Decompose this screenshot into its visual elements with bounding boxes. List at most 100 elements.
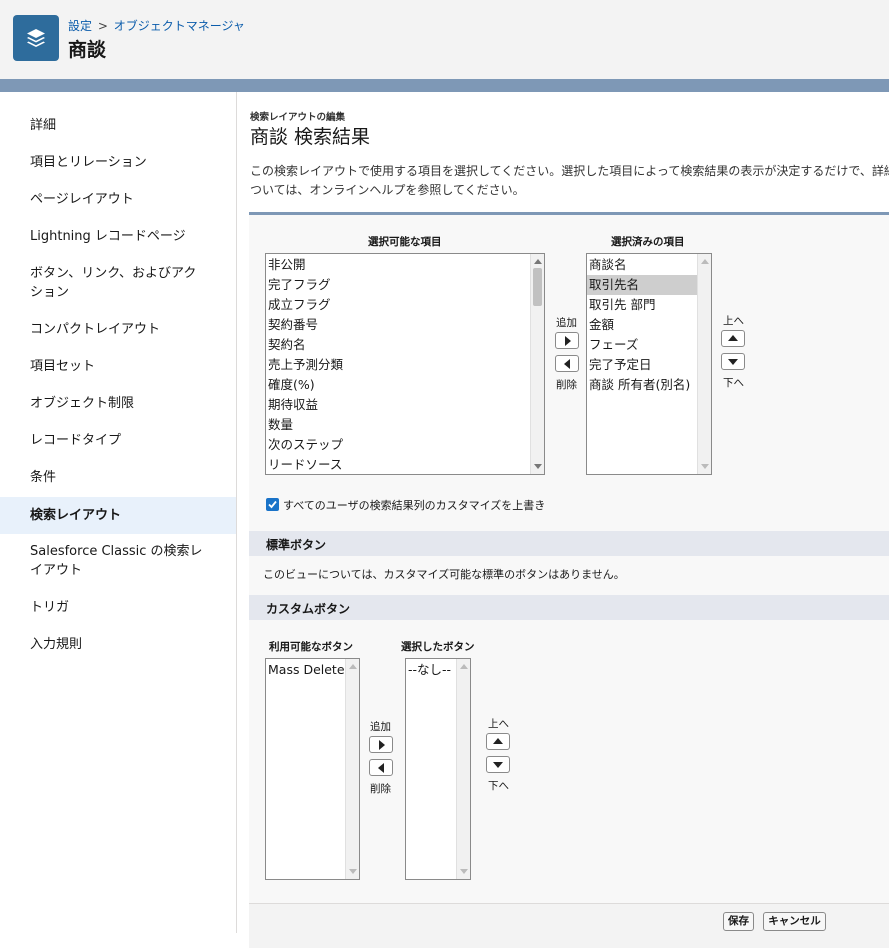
button-move-down[interactable] [486,756,510,773]
sidebar-item-page-layouts[interactable]: ページレイアウト [0,190,236,209]
breadcrumb: 設定 > オブジェクトマネージャ [68,17,245,34]
sidebar-item-validation-rules[interactable]: 入力規則 [0,635,236,654]
selected-buttons-label: 選択したボタン [401,641,475,653]
object-title: 商談 [68,39,107,61]
arrow-up-icon [493,738,503,744]
list-item[interactable]: 数量 [266,415,544,435]
checkmark-icon [268,500,277,509]
scroll-down-arrow-icon[interactable] [460,869,468,874]
remove-field-label: 削除 [556,379,577,391]
scroll-up-arrow-icon[interactable] [349,664,357,669]
selected-buttons-list[interactable]: --なし-- [405,658,471,880]
save-button[interactable]: 保存 [723,912,754,931]
arrow-right-icon [565,336,571,346]
add-custom-button[interactable] [369,736,393,753]
scroll-down-arrow-icon[interactable] [534,464,542,469]
list-item[interactable]: 契約番号 [266,315,544,335]
move-down-button[interactable] [721,353,745,370]
list-item[interactable]: 売上予測分類 [266,355,544,375]
sidebar-item-record-types[interactable]: レコードタイプ [0,431,236,450]
breadcrumb-object-manager-link[interactable]: オブジェクトマネージャ [114,19,245,33]
arrow-down-icon [728,359,738,365]
selected-fields-label: 選択済みの項目 [611,236,685,248]
main-content: 検索レイアウトの編集 商談 検索結果 この検索レイアウトで使用する項目を選択して… [237,92,889,948]
custom-buttons-header: カスタムボタン [249,595,889,620]
list-item[interactable]: 取引先 部門 [587,295,711,315]
list-item[interactable]: 商談 所有者(別名) [587,375,711,395]
sidebar-item-search-layouts[interactable]: 検索レイアウト [0,497,236,534]
edit-panel: 選択可能な項目 選択済みの項目 非公開 完了フラグ 成立フラグ 契約番号 契約名… [249,212,889,948]
list-item[interactable]: 完了フラグ [266,275,544,295]
sidebar-item-buttons-links-actions[interactable]: ボタン、リンク、およびアクション [0,264,236,302]
available-fields-list[interactable]: 非公開 完了フラグ 成立フラグ 契約番号 契約名 売上予測分類 確度(%) 期待… [265,253,545,475]
page-title: 商談 検索結果 [250,126,371,148]
sidebar-item-details[interactable]: 詳細 [0,116,236,135]
header-band [0,79,889,92]
button-move-up-label: 上へ [488,718,509,730]
list-item[interactable]: 金額 [587,315,711,335]
sidebar-item-fields-relationships[interactable]: 項目とリレーション [0,153,236,172]
list-item[interactable]: 完了予定日 [587,355,711,375]
override-checkbox-label[interactable]: すべてのユーザの検索結果列のカスタマイズを上書き [283,497,545,513]
move-down-label: 下へ [723,377,744,389]
standard-buttons-header: 標準ボタン [249,531,889,556]
sidebar-item-classic-search-layouts[interactable]: Salesforce Classic の検索レイアウト [0,542,236,580]
move-up-label: 上へ [723,315,744,327]
section-title: 標準ボタン [266,538,327,552]
available-buttons-label: 利用可能なボタン [269,641,353,653]
scroll-thumb[interactable] [533,268,542,306]
arrow-right-icon [379,740,385,750]
list-item[interactable]: 確度(%) [266,375,544,395]
standard-buttons-message: このビューについては、カスタマイズ可能な標準のボタンはありません。 [263,568,625,581]
available-fields-label: 選択可能な項目 [368,236,442,248]
sidebar-item-triggers[interactable]: トリガ [0,598,236,617]
scroll-up-arrow-icon[interactable] [534,259,542,264]
available-buttons-list[interactable]: Mass Delete [265,658,360,880]
arrow-left-icon [564,359,570,369]
remove-custom-button[interactable] [369,759,393,776]
list-item[interactable]: 非公開 [266,255,544,275]
page-subtitle: 検索レイアウトの編集 [250,112,346,123]
cancel-button[interactable]: キャンセル [763,912,826,931]
sidebar-item-object-limits[interactable]: オブジェクト制限 [0,394,236,413]
selected-buttons-scrollbar[interactable] [456,659,470,879]
move-up-button[interactable] [721,330,745,347]
button-move-up[interactable] [486,733,510,750]
scroll-up-arrow-icon[interactable] [701,259,709,264]
scroll-down-arrow-icon[interactable] [701,464,709,469]
breadcrumb-separator: > [97,19,108,33]
layers-icon [13,15,59,61]
available-fields-scrollbar[interactable] [530,254,544,474]
arrow-left-icon [378,763,384,773]
breadcrumb-setup-link[interactable]: 設定 [68,19,92,33]
override-checkbox[interactable] [266,498,279,511]
sidebar-nav: 詳細 項目とリレーション ページレイアウト Lightning レコードページ … [0,92,237,933]
page-description: この検索レイアウトで使用する項目を選択してください。選択した項目によって検索結果… [250,164,889,197]
arrow-up-icon [728,335,738,341]
page-header: 設定 > オブジェクトマネージャ 商談 [0,0,889,79]
sidebar-item-criteria[interactable]: 条件 [0,468,236,487]
list-item[interactable]: 商談名 [587,255,711,275]
selected-fields-list[interactable]: 商談名 取引先名 取引先 部門 金額 フェーズ 完了予定日 商談 所有者(別名) [586,253,712,475]
add-field-button[interactable] [555,332,579,349]
arrow-down-icon [493,762,503,768]
list-item-selected[interactable]: 取引先名 [587,275,711,295]
remove-field-button[interactable] [555,355,579,372]
list-item[interactable]: フェーズ [587,335,711,355]
selected-fields-scrollbar[interactable] [697,254,711,474]
list-item[interactable]: リードソース [266,455,544,474]
sidebar-item-lightning-record-pages[interactable]: Lightning レコードページ [0,227,236,246]
list-item[interactable]: 次のステップ [266,435,544,455]
list-item[interactable]: 期待収益 [266,395,544,415]
section-title: カスタムボタン [266,602,351,616]
list-item[interactable]: 契約名 [266,335,544,355]
button-move-down-label: 下へ [488,780,509,792]
available-buttons-scrollbar[interactable] [345,659,359,879]
footer-bar: 保存 キャンセル [249,903,889,948]
scroll-up-arrow-icon[interactable] [460,664,468,669]
list-item[interactable]: 成立フラグ [266,295,544,315]
add-field-label: 追加 [556,317,577,329]
scroll-down-arrow-icon[interactable] [349,869,357,874]
sidebar-item-field-sets[interactable]: 項目セット [0,357,236,376]
sidebar-item-compact-layouts[interactable]: コンパクトレイアウト [0,320,236,339]
